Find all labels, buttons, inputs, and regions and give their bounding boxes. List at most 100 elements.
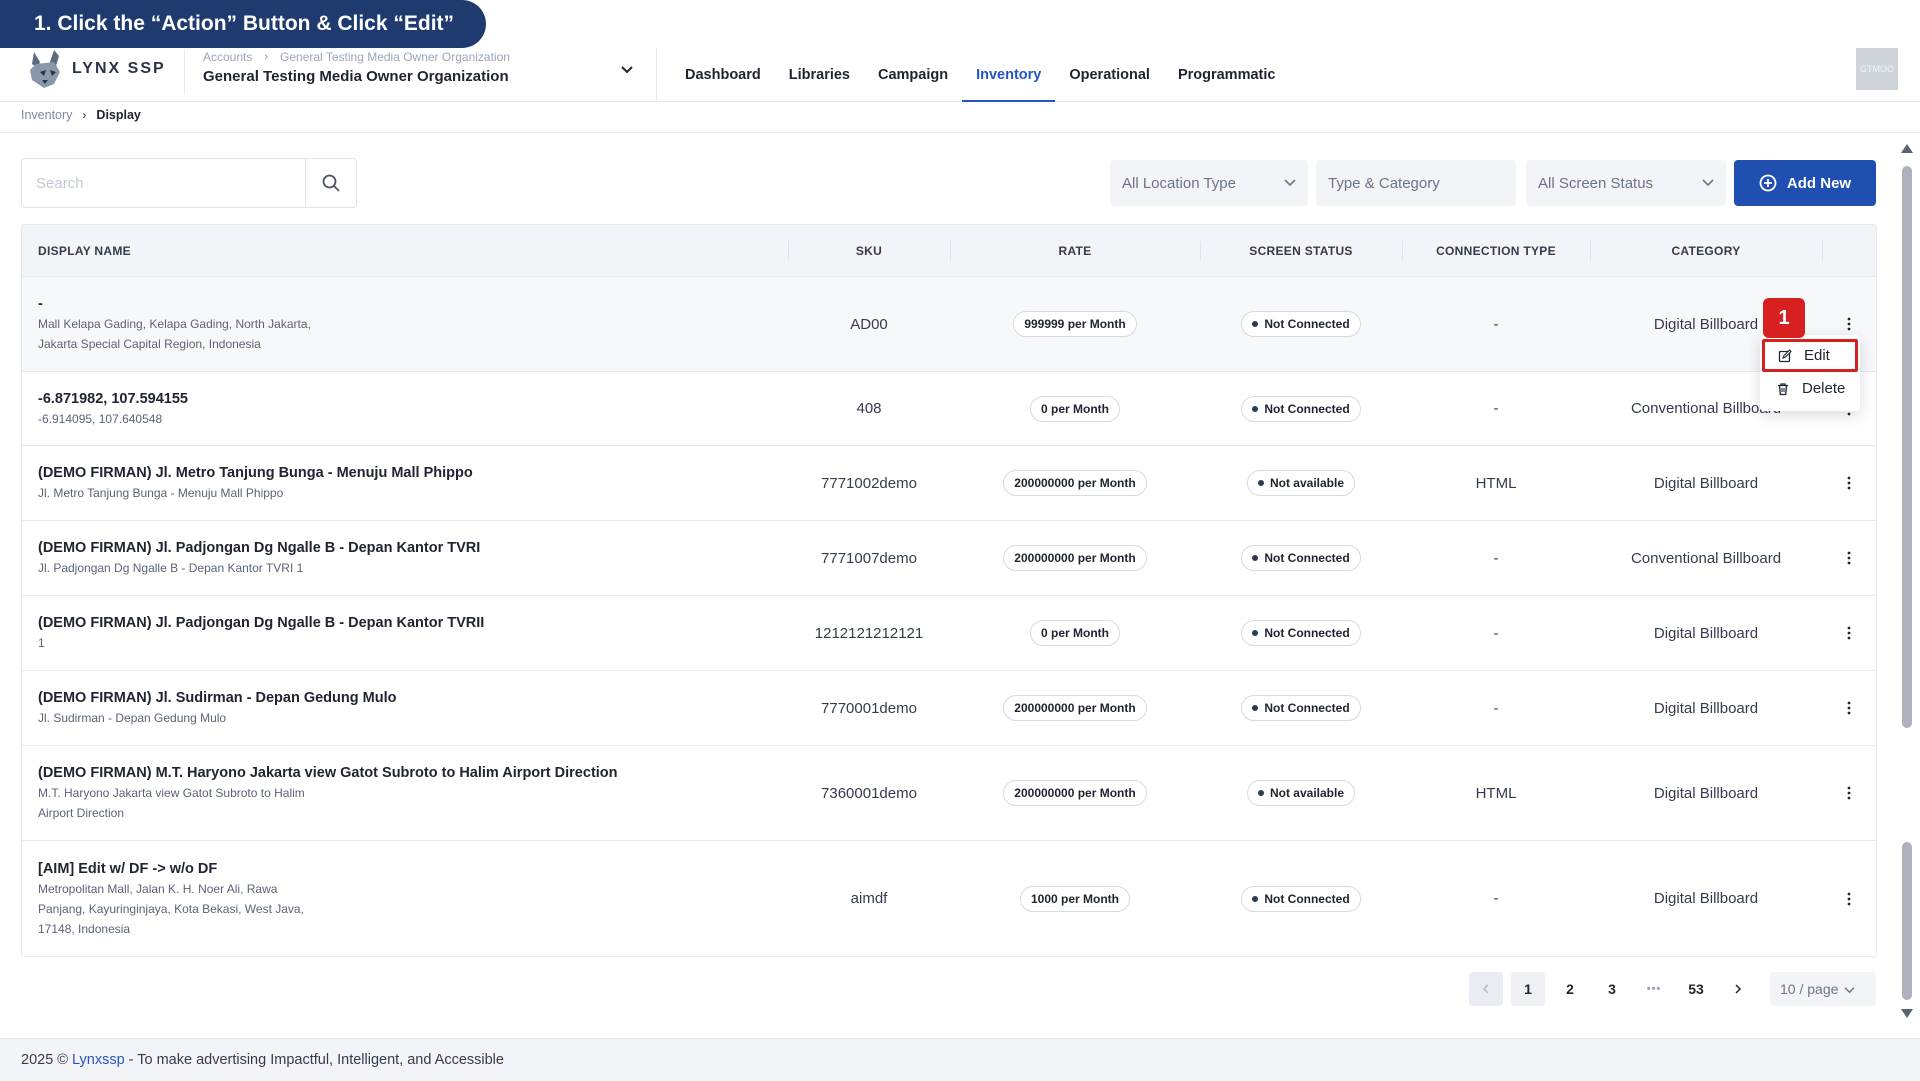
breadcrumb-inventory[interactable]: Inventory [21,108,72,122]
table-row[interactable]: (DEMO FIRMAN) Jl. Padjongan Dg Ngalle B … [22,596,1876,671]
location-type-filter[interactable]: All Location Type [1110,160,1308,206]
page-2[interactable]: 2 [1553,972,1587,1006]
cell-category: Digital Billboard [1590,625,1822,642]
display-title[interactable]: (DEMO FIRMAN) Jl. Sudirman - Depan Gedun… [38,688,396,708]
sku-value: 7770001demo [821,699,917,717]
chevron-down-icon [1844,986,1855,993]
col-sku[interactable]: SKU [788,225,950,276]
cell-rate: 0 per Month [950,395,1200,422]
cell-rate: 1000 per Month [950,885,1200,912]
sku-value: AD00 [850,315,888,333]
table-row[interactable]: - Mall Kelapa Gading, Kelapa Gading, Nor… [22,277,1876,372]
action-button[interactable] [1839,783,1859,803]
menu-edit-label: Edit [1804,347,1830,364]
nav-campaign[interactable]: Campaign [864,48,962,102]
organization-selector[interactable]: Accounts › General Testing Media Owner O… [184,50,654,94]
page-last[interactable]: 53 [1679,972,1713,1006]
status-dot-icon [1257,790,1264,796]
footer-brand-link[interactable]: Lynxssp [72,1052,125,1068]
action-button[interactable] [1839,623,1859,643]
display-title[interactable]: (DEMO FIRMAN) Jl. Metro Tanjung Bunga - … [38,463,473,483]
page-size-select[interactable]: 10 / page [1770,972,1876,1006]
instruction-banner: 1. Click the “Action” Button & Click “Ed… [0,0,486,48]
cell-actions [1822,698,1876,718]
page-ellipsis[interactable]: ••• [1637,972,1671,1006]
org-breadcrumb-org[interactable]: General Testing Media Owner Organization [280,50,510,64]
col-screen-status[interactable]: SCREEN STATUS [1200,225,1402,276]
app-logo[interactable]: LYNX SSP [26,48,166,90]
prev-page-button[interactable] [1469,972,1503,1006]
table-row[interactable]: (DEMO FIRMAN) M.T. Haryono Jakarta view … [22,746,1876,841]
type-category-filter[interactable]: Type & Category [1316,160,1516,206]
action-button[interactable] [1839,314,1859,334]
avatar[interactable]: GTMOO [1856,48,1898,90]
cell-sku: 408 [788,400,950,417]
menu-delete[interactable]: Delete [1760,372,1860,405]
nav-libraries[interactable]: Libraries [775,48,864,102]
scrollbar-thumb[interactable] [1902,166,1912,728]
rate-pill: 200000000 per Month [1003,780,1147,806]
status-badge: Not available [1246,470,1356,496]
org-breadcrumb-accounts[interactable]: Accounts [203,50,252,64]
nav-programmatic[interactable]: Programmatic [1164,48,1290,102]
action-button[interactable] [1839,548,1859,568]
page-1[interactable]: 1 [1511,972,1545,1006]
cell-connection-type: - [1402,316,1590,333]
table-row[interactable]: -6.871982, 107.594155 -6.914095, 107.640… [22,372,1876,446]
scroll-down-arrow-icon[interactable] [1900,1008,1914,1020]
nav-dashboard[interactable]: Dashboard [671,48,775,102]
add-new-button[interactable]: Add New [1734,160,1876,206]
kebab-menu-icon [1847,786,1851,800]
col-category[interactable]: CATEGORY [1590,225,1822,276]
action-button[interactable] [1839,698,1859,718]
display-title[interactable]: - [38,294,43,314]
cell-category: Digital Billboard [1590,475,1822,492]
cell-connection-type: - [1402,700,1590,717]
display-address: -6.914095, 107.640548 [38,411,163,426]
main-nav: Dashboard Libraries Campaign Inventory O… [656,48,1289,102]
display-address: Jl. Metro Tanjung Bunga - Menuju Mall Ph… [38,486,284,500]
search-button[interactable] [305,159,356,207]
rate-pill: 0 per Month [1030,395,1120,422]
col-connection-type[interactable]: CONNECTION TYPE [1402,225,1590,276]
chevron-down-icon[interactable] [620,62,634,76]
status-badge: Not available [1246,780,1356,806]
cell-sku: 7770001demo [788,700,950,717]
display-title[interactable]: (DEMO FIRMAN) Jl. Padjongan Dg Ngalle B … [38,538,480,558]
col-display-name[interactable]: DISPLAY NAME [22,225,788,276]
scroll-up-arrow-icon[interactable] [1900,142,1914,154]
next-page-button[interactable] [1721,972,1755,1006]
display-title[interactable]: -6.871982, 107.594155 [38,389,188,409]
nav-operational[interactable]: Operational [1055,48,1164,102]
display-title[interactable]: (DEMO FIRMAN) Jl. Padjongan Dg Ngalle B … [38,613,484,633]
search-input[interactable] [22,159,305,207]
sku-value: 1212121212121 [814,624,924,642]
table-row[interactable]: [AIM] Edit w/ DF -> w/o DF Metropolitan … [22,841,1876,956]
menu-edit[interactable]: Edit [1762,339,1858,372]
screen-status-filter[interactable]: All Screen Status [1526,160,1726,206]
table-row[interactable]: (DEMO FIRMAN) Jl. Padjongan Dg Ngalle B … [22,521,1876,596]
page-3[interactable]: 3 [1595,972,1629,1006]
add-new-label: Add New [1786,174,1852,192]
cell-sku: 7771002demo [788,475,950,492]
kebab-menu-icon [1847,317,1851,331]
table-row[interactable]: (DEMO FIRMAN) Jl. Metro Tanjung Bunga - … [22,446,1876,521]
col-rate[interactable]: RATE [950,225,1200,276]
nav-inventory[interactable]: Inventory [962,48,1056,102]
table-row[interactable]: (DEMO FIRMAN) Jl. Sudirman - Depan Gedun… [22,671,1876,746]
page-size-value: 10 / page [1780,981,1839,997]
sku-value: 7771002demo [821,474,917,492]
step-number-badge: 1 [1763,298,1805,338]
search-box [21,158,357,208]
action-button[interactable] [1839,889,1859,909]
scrollbar-thumb-lower[interactable] [1902,842,1912,1000]
display-address: Jl. Padjongan Dg Ngalle B - Depan Kantor… [38,561,304,575]
cell-sku: 7771007demo [788,550,950,567]
display-address: Airport Direction [38,806,125,820]
cell-sku: aimdf [788,890,950,907]
kebab-menu-icon [1847,892,1851,905]
display-title[interactable]: [AIM] Edit w/ DF -> w/o DF [38,859,217,879]
action-button[interactable] [1839,473,1859,493]
cell-screen-status: Not Connected [1200,885,1402,912]
display-title[interactable]: (DEMO FIRMAN) M.T. Haryono Jakarta view … [38,763,618,783]
